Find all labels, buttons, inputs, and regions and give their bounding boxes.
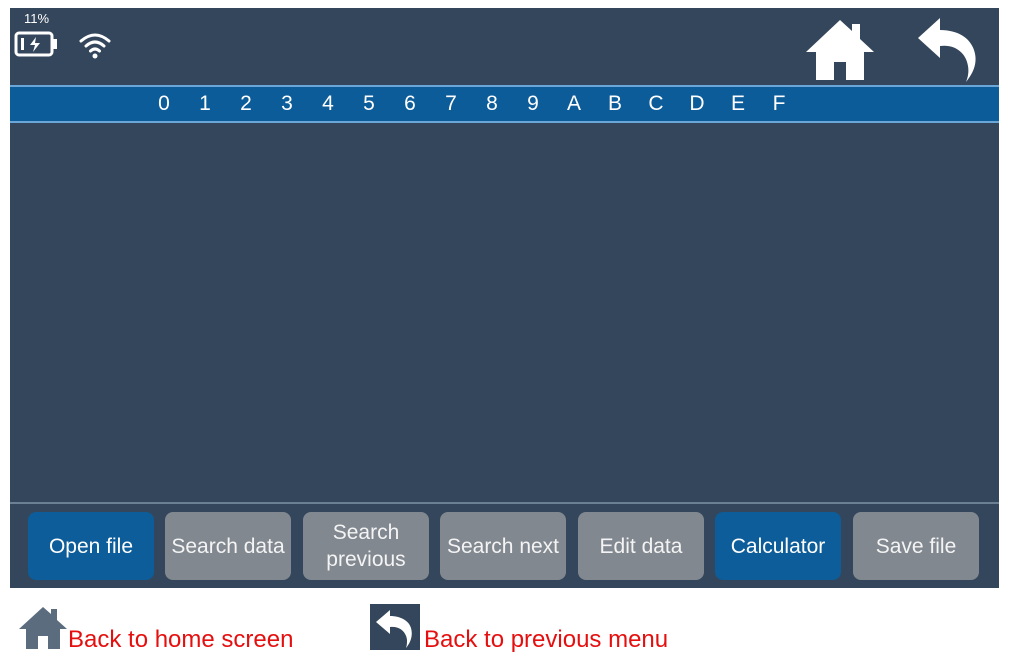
hex-column-label: 5 [363,92,375,115]
save-file-button[interactable]: Save file [853,512,979,580]
search-data-button[interactable]: Search data [165,512,291,580]
battery-percent: 11% [24,11,50,26]
hex-column-label: A [566,92,581,115]
hex-column-label: 0 [158,92,170,115]
hex-column-label: 7 [445,92,457,115]
home-icon [19,607,67,649]
hex-column-label: E [730,92,745,115]
hex-column-label: 8 [486,92,498,115]
hex-column-label: 6 [404,92,416,115]
search-previous-button[interactable]: Search previous [303,512,429,580]
open-file-button[interactable]: Open file [28,512,154,580]
home-icon[interactable] [804,16,876,82]
search-next-button[interactable]: Search next [440,512,566,580]
device-screen: 11% 0 1 2 3 4 5 6 7 8 9 A B C D E F Open… [10,8,999,588]
hex-column-label: D [689,92,705,115]
hex-column-label: 1 [199,92,211,115]
legend-home-text: Back to home screen [68,626,294,653]
hex-data-area[interactable] [10,123,999,503]
hex-column-label: 4 [322,92,334,115]
divider [10,502,999,504]
hex-column-header: 0 1 2 3 4 5 6 7 8 9 A B C D E F [10,85,999,123]
hex-column-label: F [772,92,786,115]
calculator-button[interactable]: Calculator [715,512,841,580]
hex-column-label: 9 [527,92,539,115]
legend-back-text: Back to previous menu [424,626,669,653]
status-bar: 11% [10,8,999,86]
wifi-icon [79,33,111,59]
back-arrow-icon [370,604,420,650]
edit-data-button[interactable]: Edit data [578,512,704,580]
hex-column-label: C [648,92,664,115]
back-arrow-icon[interactable] [916,14,978,84]
battery-charging-icon [14,31,57,57]
hex-column-label: 3 [281,92,293,115]
hex-column-label: 2 [240,92,252,115]
hex-column-label: B [607,92,622,115]
